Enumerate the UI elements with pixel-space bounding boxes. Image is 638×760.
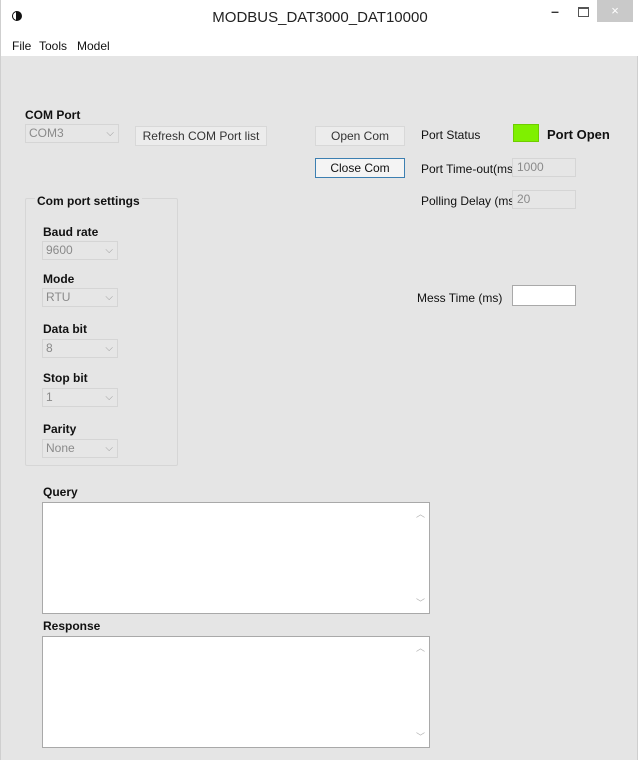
mode-value: RTU xyxy=(46,290,71,304)
chevron-down-icon: ⌵ xyxy=(105,392,113,403)
close-com-button[interactable]: Close Com xyxy=(315,158,405,178)
minimize-button[interactable]: – xyxy=(541,0,569,22)
com-port-settings-title: Com port settings xyxy=(35,194,142,208)
maximize-button[interactable] xyxy=(569,0,597,22)
baud-rate-label: Baud rate xyxy=(43,225,99,239)
response-label: Response xyxy=(43,619,101,633)
response-textarea[interactable]: ︿ ﹀ xyxy=(42,636,430,748)
chevron-down-icon: ⌵ xyxy=(105,292,113,303)
refresh-com-port-button[interactable]: Refresh COM Port list xyxy=(135,126,267,146)
scroll-up-icon[interactable]: ︿ xyxy=(416,507,425,520)
port-status-label: Port Status xyxy=(421,128,481,142)
parity-label: Parity xyxy=(43,422,77,436)
port-timeout-label: Port Time-out(ms) xyxy=(421,162,518,176)
com-port-value: COM3 xyxy=(29,126,64,140)
query-scrollbar[interactable]: ︿ ﹀ xyxy=(412,503,429,613)
port-status-value: Port Open xyxy=(547,127,610,142)
open-com-button[interactable]: Open Com xyxy=(315,126,405,146)
polling-delay-label: Polling Delay (ms) xyxy=(421,194,519,208)
stop-bit-label: Stop bit xyxy=(43,371,88,385)
mess-time-label: Mess Time (ms) xyxy=(417,291,503,305)
query-textarea[interactable]: ︿ ﹀ xyxy=(42,502,430,614)
chevron-down-icon: ⌵ xyxy=(105,443,113,454)
scroll-down-icon[interactable]: ﹀ xyxy=(416,596,425,609)
com-port-label: COM Port xyxy=(25,108,81,122)
menu-file[interactable]: File xyxy=(12,39,31,53)
maximize-icon xyxy=(577,7,589,18)
port-status-indicator xyxy=(513,124,539,142)
port-timeout-input[interactable]: 1000 xyxy=(512,158,576,177)
data-bit-label: Data bit xyxy=(43,322,88,336)
mode-label: Mode xyxy=(43,272,75,286)
com-port-select[interactable]: COM3 ⌵ xyxy=(25,124,119,143)
mode-select[interactable]: RTU ⌵ xyxy=(42,288,118,307)
close-button[interactable]: × xyxy=(597,0,633,22)
scroll-down-icon[interactable]: ﹀ xyxy=(416,730,425,743)
chevron-down-icon: ⌵ xyxy=(105,245,113,256)
scroll-up-icon[interactable]: ︿ xyxy=(416,641,425,654)
main-window: MODBUS_DAT3000_DAT10000 – × File Tools M… xyxy=(0,0,638,760)
baud-rate-value: 9600 xyxy=(46,243,73,257)
baud-rate-select[interactable]: 9600 ⌵ xyxy=(42,241,118,260)
query-label: Query xyxy=(43,485,78,499)
data-bit-value: 8 xyxy=(46,341,53,355)
title-bar: MODBUS_DAT3000_DAT10000 – × xyxy=(1,0,638,34)
menu-bar: File Tools Model xyxy=(1,34,638,56)
stop-bit-select[interactable]: 1 ⌵ xyxy=(42,388,118,407)
chevron-down-icon: ⌵ xyxy=(106,128,114,139)
polling-delay-input[interactable]: 20 xyxy=(512,190,576,209)
response-scrollbar[interactable]: ︿ ﹀ xyxy=(412,637,429,747)
menu-model[interactable]: Model xyxy=(77,39,110,53)
menu-tools[interactable]: Tools xyxy=(39,39,67,53)
data-bit-select[interactable]: 8 ⌵ xyxy=(42,339,118,358)
mess-time-input[interactable] xyxy=(512,285,576,306)
chevron-down-icon: ⌵ xyxy=(105,343,113,354)
parity-value: None xyxy=(46,441,75,455)
stop-bit-value: 1 xyxy=(46,390,53,404)
parity-select[interactable]: None ⌵ xyxy=(42,439,118,458)
